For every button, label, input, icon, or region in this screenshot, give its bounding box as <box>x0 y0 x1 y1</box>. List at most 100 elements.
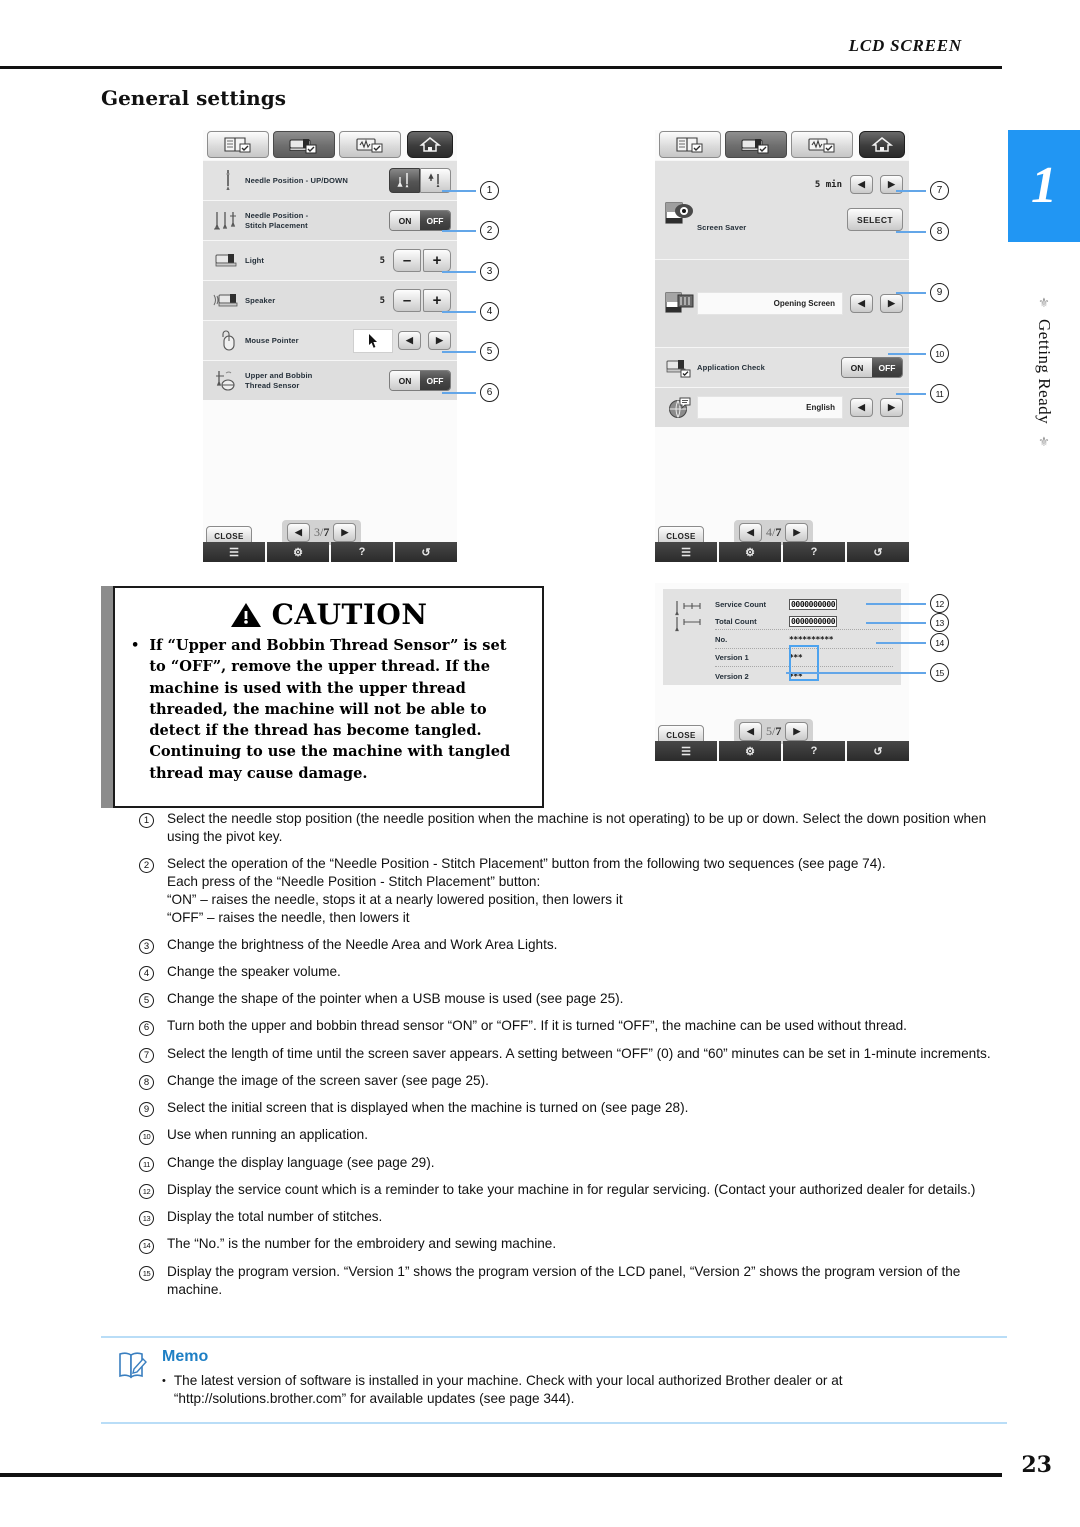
machine-light-icon <box>211 251 245 271</box>
page-next-button[interactable]: ▶ <box>785 523 809 542</box>
machine-no-value: ********** <box>789 634 834 644</box>
on-label[interactable]: ON <box>390 211 420 230</box>
chapter-label: ⚜ Getting Ready ⚜ <box>1024 272 1064 472</box>
row-needle-position-updown[interactable]: Needle Position - UP/DOWN <box>203 160 457 200</box>
tab-embroidery-settings[interactable] <box>339 131 401 158</box>
page-prev-button[interactable]: ◀ <box>739 722 762 741</box>
machine-icon[interactable]: ⚙ <box>719 542 781 562</box>
callout-3: 3 <box>442 262 499 281</box>
note-text: Display the total number of stitches. <box>167 1209 383 1225</box>
page-prev-button[interactable]: ◀ <box>739 523 762 542</box>
memo-rule-top <box>101 1336 1007 1338</box>
tab-embroidery-settings[interactable] <box>791 131 853 158</box>
prev-button[interactable]: ◀ <box>850 175 873 194</box>
callout-number: 13 <box>930 613 949 632</box>
taskbar: ☰ ⚙ ? ↺ <box>203 542 457 562</box>
help-icon[interactable]: ? <box>783 741 845 761</box>
callout-number: 6 <box>480 383 499 402</box>
page-total: 7 <box>775 525 782 539</box>
row-application-check[interactable]: Application Check ON OFF <box>655 347 909 387</box>
note-text: The “No.” is the number for the embroide… <box>167 1236 557 1252</box>
note-text: Change the speaker volume. <box>167 963 341 979</box>
callout-5: 5 <box>442 342 499 361</box>
callout-number: 15 <box>930 663 949 682</box>
service-count-value: 0000000000 <box>789 599 838 610</box>
settings-icon[interactable]: ↺ <box>847 542 909 562</box>
prev-button[interactable]: ◀ <box>398 331 421 350</box>
note-text: Select the initial screen that is displa… <box>167 1100 689 1116</box>
tab-sewing-settings[interactable] <box>659 131 721 158</box>
chapter-tab: 1 <box>1008 130 1080 242</box>
row-opening-screen[interactable]: Opening Screen ◀ ▶ <box>655 259 909 347</box>
home-button[interactable] <box>407 131 453 158</box>
note-item: 3 Change the brightness of the Needle Are… <box>139 936 1007 954</box>
memo-text: The latest version of software is instal… <box>173 1373 843 1407</box>
row-screen-saver[interactable]: Screen Saver 5 min ◀ ▶ SELECT <box>655 160 909 259</box>
note-text: Select the length of time until the scre… <box>167 1045 991 1061</box>
language-field[interactable]: English <box>697 396 843 419</box>
row-mouse-pointer[interactable]: Mouse Pointer ◀ ▶ <box>203 320 457 360</box>
tab-machine-settings[interactable] <box>273 131 335 158</box>
on-label[interactable]: ON <box>842 358 872 377</box>
help-icon[interactable]: ? <box>331 542 393 562</box>
home-button[interactable] <box>859 131 905 158</box>
note-text: Select the operation of the “Needle Posi… <box>167 855 886 925</box>
note-item: 11 Change the display language (see page … <box>139 1154 1007 1172</box>
tab-sewing-settings[interactable] <box>207 131 269 158</box>
page-current: 3 <box>314 525 320 539</box>
page-prev-button[interactable]: ◀ <box>287 523 310 542</box>
note-number: 10 <box>139 1126 167 1145</box>
prev-button[interactable]: ◀ <box>850 294 873 313</box>
row-light[interactable]: Light 5 – + <box>203 240 457 280</box>
on-label[interactable]: ON <box>390 371 420 390</box>
row-speaker[interactable]: Speaker 5 – + <box>203 280 457 320</box>
page-next-button[interactable]: ▶ <box>333 523 357 542</box>
document-icon[interactable]: ☰ <box>655 741 717 761</box>
callout-12: 12 <box>866 594 949 613</box>
thread-sensor-icon <box>211 369 245 393</box>
tab-machine-settings[interactable] <box>725 131 787 158</box>
note-number: 13 <box>139 1208 167 1227</box>
prev-button[interactable]: ◀ <box>850 398 873 417</box>
settings-rows: Screen Saver 5 min ◀ ▶ SELECT Opening Sc… <box>655 160 909 427</box>
settings-icon[interactable]: ↺ <box>847 741 909 761</box>
callout-6: 6 <box>442 383 499 402</box>
note-text: Select the needle stop position (the nee… <box>167 811 987 844</box>
info-label: Service Count <box>715 600 767 609</box>
machine-icon[interactable]: ⚙ <box>267 542 329 562</box>
callout-4: 4 <box>442 302 499 321</box>
page-title: General settings <box>101 86 286 110</box>
help-icon[interactable]: ? <box>783 542 845 562</box>
row-language[interactable]: English ◀ ▶ <box>655 387 909 427</box>
row-label: Light <box>245 255 265 265</box>
caution-text: If “Upper and Bobbin Thread Sensor” is s… <box>149 637 511 782</box>
opening-screen-field[interactable]: Opening Screen <box>697 292 843 315</box>
document-icon[interactable]: ☰ <box>203 542 265 562</box>
note-item: 13 Display the total number of stitches. <box>139 1208 1007 1227</box>
note-number: 14 <box>139 1235 167 1254</box>
document-icon[interactable]: ☰ <box>655 542 717 562</box>
select-button[interactable]: SELECT <box>847 208 903 231</box>
page-next-button[interactable]: ▶ <box>785 722 809 741</box>
running-head: LCD SCREEN <box>848 36 962 55</box>
callout-7: 7 <box>896 181 949 200</box>
callout-14: 14 <box>876 633 949 652</box>
numbered-notes-list: 1 Select the needle stop position (the ne… <box>139 810 1007 1308</box>
row-label: Mouse Pointer <box>245 335 299 345</box>
globe-language-icon <box>663 396 697 420</box>
info-label: Version 2 <box>715 671 749 681</box>
warning-triangle-icon <box>230 602 261 627</box>
row-needle-position-stitch-placement[interactable]: Needle Position - Stitch Placement ON OFF <box>203 200 457 240</box>
page-current: 4 <box>766 525 772 539</box>
memo-body: • The latest version of software is inst… <box>162 1372 1008 1409</box>
settings-icon[interactable]: ↺ <box>395 542 457 562</box>
bullet: • <box>162 1375 166 1387</box>
callout-1: 1 <box>442 181 499 200</box>
minus-button[interactable]: – <box>393 249 421 272</box>
caution-title: CAUTION <box>271 598 428 631</box>
minus-button[interactable]: – <box>393 289 421 312</box>
machine-icon[interactable]: ⚙ <box>719 741 781 761</box>
info-label: Total Count <box>715 616 757 626</box>
opening-screen-icon <box>663 290 697 318</box>
row-thread-sensor[interactable]: Upper and Bobbin Thread Sensor ON OFF <box>203 360 457 400</box>
